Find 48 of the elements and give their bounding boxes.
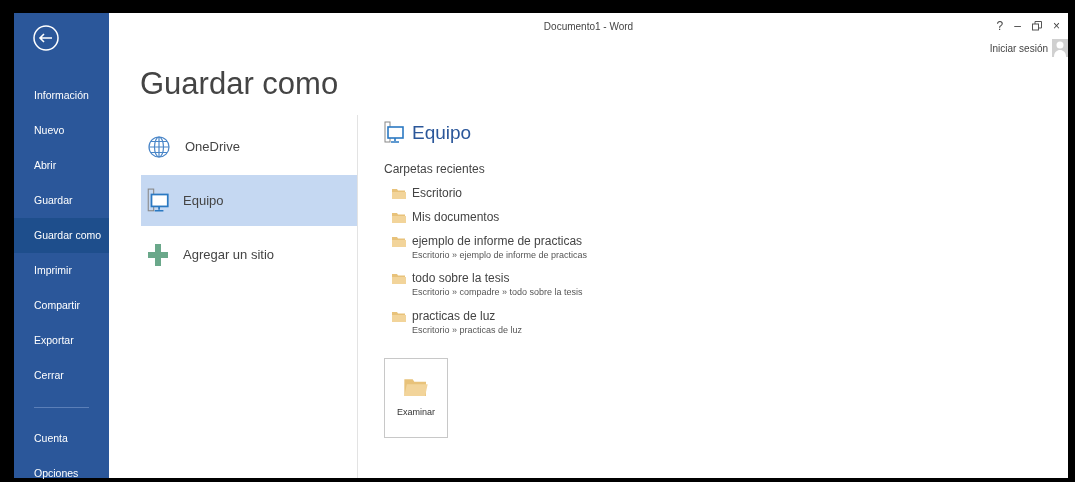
recent-folder[interactable]: practicas de luz Escritorio » practicas de luz [384, 306, 529, 339]
menu-item[interactable]: Guardar [14, 183, 109, 218]
recent-folder[interactable]: ejemplo de informe de practicas Escritorio » ejemplo de informe de practicas [384, 231, 594, 264]
menu-item[interactable]: Exportar [14, 323, 109, 358]
folder-name: ejemplo de informe de practicas [412, 232, 584, 249]
section-label: Carpetas recientes [384, 160, 486, 178]
folder-icon [392, 272, 406, 285]
place-item[interactable]: Agregar un sitio [141, 229, 357, 281]
recent-folder[interactable]: Mis documentos [384, 207, 506, 226]
place-item[interactable]: Equipo [141, 175, 357, 227]
menu-item[interactable]: Información [14, 78, 109, 113]
help-button[interactable]: ? [996, 20, 1004, 32]
restore-icon[interactable] [1032, 21, 1042, 31]
place-item[interactable]: OneDrive [141, 121, 357, 173]
folder-name: Mis documentos [412, 208, 500, 225]
recent-folder[interactable]: Escritorio [384, 183, 468, 202]
computer-icon [147, 187, 169, 214]
folder-name: Escritorio [412, 184, 462, 201]
menu-item[interactable]: Guardar como [14, 218, 109, 253]
folder-icon [392, 186, 406, 199]
page-heading: Guardar como [140, 67, 340, 102]
folder-icon [392, 210, 406, 223]
menu-item[interactable]: Compartir [14, 288, 109, 323]
minimize-button[interactable]: – [1014, 20, 1021, 32]
menu-item[interactable]: Nuevo [14, 113, 109, 148]
folder-icon [392, 309, 406, 322]
sign-in-link[interactable]: Iniciar sesión [989, 40, 1048, 56]
folder-path: Escritorio » ejemplo de informe de practicas [412, 248, 588, 262]
menu-item[interactable]: Cuenta [14, 421, 109, 456]
folder-icon [392, 234, 406, 247]
window-title: Documento1 - Word [543, 20, 634, 34]
folder-name: todo sobre la tesis [412, 270, 511, 287]
recent-folder[interactable]: todo sobre la tesis Escritorio » compadre » todo sobre la tesis [384, 269, 589, 301]
globe-icon [147, 134, 171, 159]
menu-item[interactable]: Cerrar [14, 358, 109, 393]
folder-icon [404, 376, 428, 397]
menu-item[interactable]: Abrir [14, 148, 109, 183]
plus-icon [147, 242, 169, 267]
browse-button[interactable]: Examinar [384, 358, 448, 439]
close-button[interactable]: × [1053, 20, 1060, 32]
computer-icon [384, 121, 404, 146]
menu-item[interactable]: Opciones [14, 456, 109, 482]
section-title: Equipo [412, 121, 472, 146]
back-icon[interactable] [33, 25, 59, 51]
folder-name: practicas de luz [412, 307, 497, 324]
folder-path: Escritorio » practicas de luz [412, 323, 523, 337]
folder-path: Escritorio » compadre » todo sobre la tesis [412, 286, 583, 300]
menu-item[interactable]: Imprimir [14, 253, 109, 288]
